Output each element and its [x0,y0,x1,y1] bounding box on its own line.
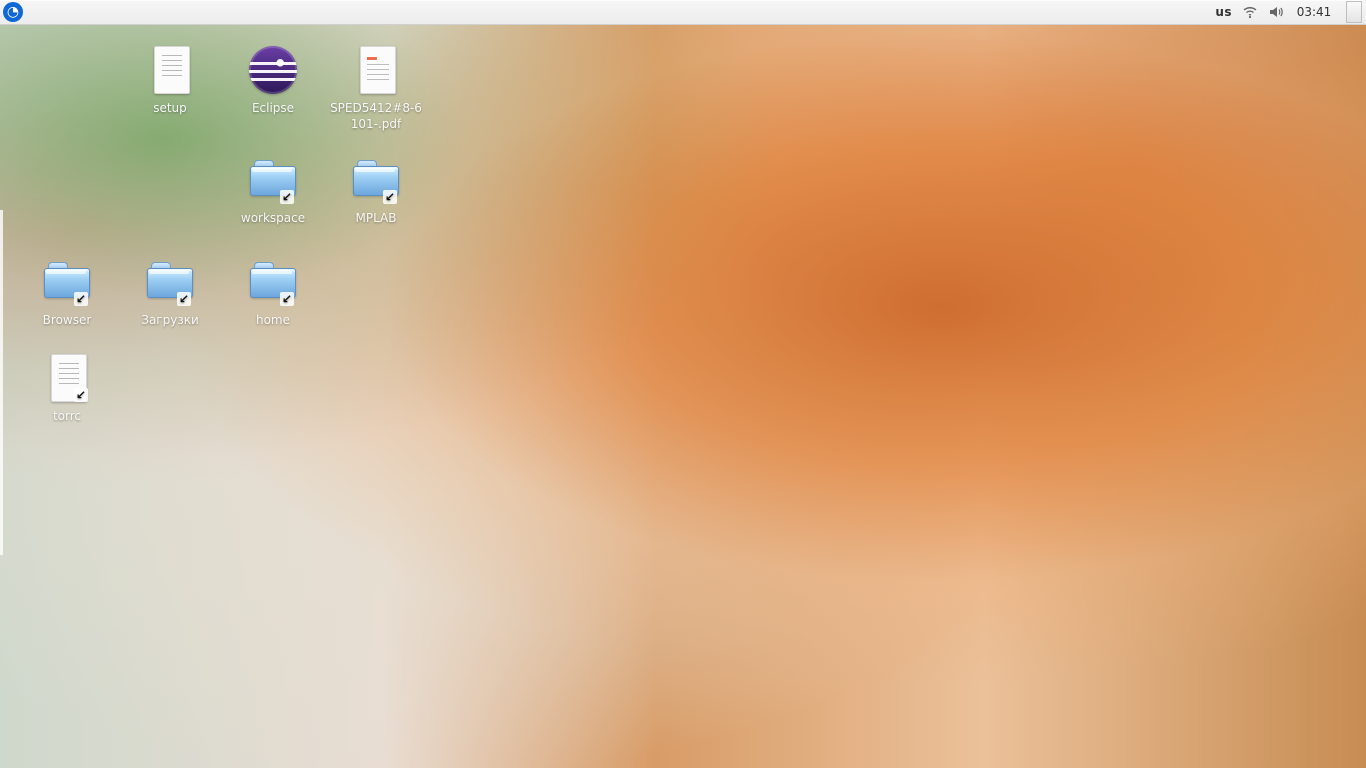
shortcut-arrow-icon: ↙ [74,388,88,402]
desktop-item-label: setup [153,101,187,115]
eclipse-icon [249,46,297,94]
folder-shortcut-icon: ↙ [144,258,196,310]
left-edge-highlight [0,210,3,555]
desktop-item-label: workspace [240,211,306,225]
shortcut-arrow-icon: ↙ [383,190,397,204]
desktop-item-workspace[interactable]: ↙ workspace [223,156,323,226]
desktop-item-torrc[interactable]: ↙ torrc [17,354,117,424]
desktop-item-pdf[interactable]: SPED5412#8-6 101-.pdf [326,46,426,132]
file-icon [350,46,402,98]
desktop-item-label: Browser [42,313,92,327]
keyboard-layout-indicator[interactable]: us [1215,5,1232,19]
shortcut-arrow-icon: ↙ [280,190,294,204]
desktop-item-label: SPED5412#8-6 101-.pdf [330,101,422,131]
volume-icon[interactable] [1268,4,1284,20]
shortcut-arrow-icon: ↙ [280,292,294,306]
folder-shortcut-icon: ↙ [247,156,299,208]
desktop-item-label: Eclipse [251,101,295,115]
pdf-icon [360,46,396,94]
desktop-item-home[interactable]: ↙ home [223,258,323,328]
desktop-item-label: Загрузки [141,313,199,327]
shortcut-arrow-icon: ↙ [74,292,88,306]
show-desktop-button[interactable] [1346,1,1362,23]
desktop-item-downloads[interactable]: ↙ Загрузки [120,258,220,328]
desktop-item-mplab[interactable]: ↙ MPLAB [326,156,426,226]
wifi-icon[interactable] [1242,4,1258,20]
application-menu-button[interactable]: ◔ [3,2,23,22]
desktop-item-label: MPLAB [355,211,397,225]
clock[interactable]: 03:41 [1294,5,1334,19]
shortcut-arrow-icon: ↙ [177,292,191,306]
desktop-item-label: home [255,313,291,327]
desktop-item-eclipse[interactable]: Eclipse [223,46,323,116]
file-icon [144,46,196,98]
desktop-item-label: torrc [52,409,82,423]
xfce-menu-icon: ◔ [6,4,20,20]
desktop-item-setup[interactable]: setup [120,46,220,116]
folder-shortcut-icon: ↙ [41,258,93,310]
top-panel: ◔ us 03:41 [0,0,1366,25]
folder-shortcut-icon: ↙ [247,258,299,310]
document-icon [154,46,190,94]
folder-shortcut-icon: ↙ [350,156,402,208]
system-tray: us 03:41 [1215,0,1366,24]
desktop-item-browser[interactable]: ↙ Browser [17,258,117,328]
application-icon [247,46,299,98]
file-shortcut-icon: ↙ [41,354,93,406]
